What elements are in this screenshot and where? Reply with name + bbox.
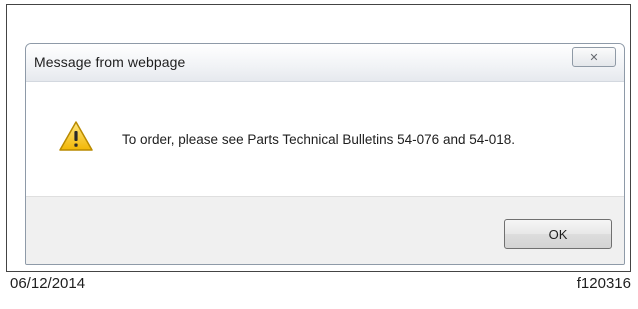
caption-date: 06/12/2014 (10, 275, 86, 292)
close-button[interactable]: ✕ (572, 47, 616, 67)
caption-figure-id: f120316 (576, 275, 631, 292)
dialog-message: To order, please see Parts Technical Bul… (122, 132, 516, 147)
warning-icon (59, 121, 93, 151)
dialog-content: To order, please see Parts Technical Bul… (26, 82, 624, 196)
dialog-title: Message from webpage (34, 54, 186, 70)
ok-button[interactable]: OK (504, 219, 612, 249)
figure-frame: Message from webpage ✕ To order, please … (6, 4, 631, 272)
dialog-footer: OK (26, 196, 624, 264)
message-dialog: Message from webpage ✕ To order, please … (25, 43, 625, 265)
dialog-title-bar[interactable]: Message from webpage ✕ (26, 44, 624, 82)
close-icon: ✕ (589, 50, 599, 64)
